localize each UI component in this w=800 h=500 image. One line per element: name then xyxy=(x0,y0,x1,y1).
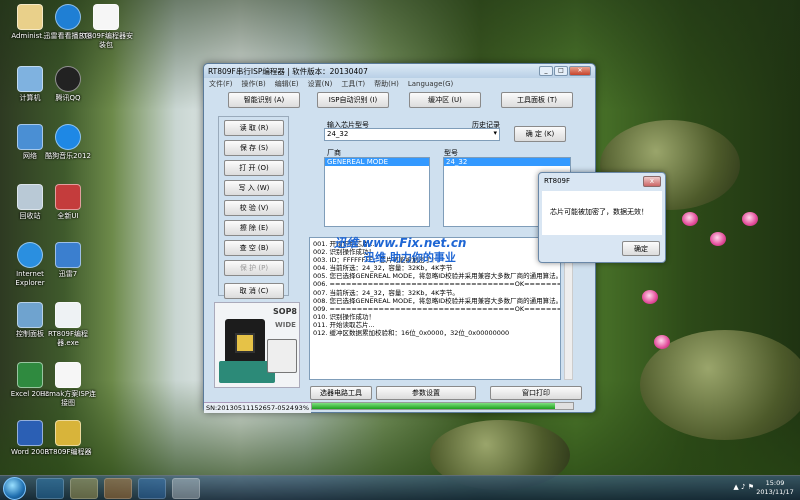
write-button[interactable]: 写 入 (W) xyxy=(224,180,284,196)
desktop-icon-xunlei7[interactable]: 迅雷7 xyxy=(40,242,96,279)
progress-percent: 93% xyxy=(294,404,309,412)
network-tray-icon[interactable]: ▲ xyxy=(733,483,738,491)
status-bar: SN:20130511152657-0524 93% xyxy=(204,402,311,413)
clock-date: 2013/11/17 xyxy=(756,488,794,496)
log-line: 012. 缓冲区数据累加校验和：16位_0x0000，32位_0x0000000… xyxy=(313,329,510,338)
desktop-icon-new-ui[interactable]: 全新UI xyxy=(40,184,96,221)
desktop-icon-rt809f-installer[interactable]: RT809F编程器安装包 xyxy=(78,4,134,50)
log-line: 008. 您已选择GENEREAL MODE，将忽略ID校验并采用兼容大多数厂商… xyxy=(313,296,561,305)
log-line: 010. 识别操作成功！ xyxy=(313,312,376,321)
wallpaper-flower xyxy=(642,290,658,304)
vendor-list[interactable]: GENEREAL MODE xyxy=(324,157,430,227)
window-titlebar[interactable]: RT809F串行ISP编程器 | 软件版本：20130407 _ □ ✕ xyxy=(204,64,595,78)
document-icon xyxy=(93,4,119,30)
menu-settings[interactable]: 设置(N) xyxy=(308,79,333,89)
window-print-button[interactable]: 窗口打印 xyxy=(490,386,582,400)
volume-tray-icon[interactable]: ♪ xyxy=(741,483,745,491)
pcb-outline xyxy=(267,339,297,373)
desktop-icon-hcmak[interactable]: Hcmak方案ISP连接图 xyxy=(40,362,96,408)
selector-circuit-tool-button[interactable]: 选器电路工具 xyxy=(310,386,372,400)
desktop-icon-kugou[interactable]: 酷狗音乐2012 xyxy=(40,124,96,161)
buffer-button[interactable]: 缓冲区 (U) xyxy=(409,92,481,108)
menu-operate[interactable]: 操作(B) xyxy=(242,79,266,89)
package-label: SOP8 xyxy=(273,307,297,316)
taskbar: ▲ ♪ ⚑ 15:09 2013/11/17 xyxy=(0,475,800,500)
verify-button[interactable]: 校 验 (V) xyxy=(224,200,284,216)
progress-fill xyxy=(312,403,555,409)
parameter-settings-button[interactable]: 参数设置 xyxy=(376,386,476,400)
read-button[interactable]: 读 取 (R) xyxy=(224,120,284,136)
serial-number: SN:20130511152657-0524 xyxy=(206,404,294,412)
cancel-button[interactable]: 取 消 (C) xyxy=(224,283,284,299)
programmer-icon xyxy=(55,420,81,446)
menu-tools[interactable]: 工具(T) xyxy=(341,79,365,89)
app-icon xyxy=(55,184,81,210)
menu-bar: 文件(F) 操作(B) 编辑(E) 设置(N) 工具(T) 帮助(H) Lang… xyxy=(204,78,595,89)
clock-time: 15:09 xyxy=(765,479,785,487)
taskbar-media-player-icon[interactable] xyxy=(104,478,132,499)
open-button[interactable]: 打 开 (O) xyxy=(224,160,284,176)
system-tray: ▲ ♪ ⚑ xyxy=(733,483,754,491)
chip-model-input[interactable]: 24_32 ▾ xyxy=(324,128,500,141)
package-label-2: WIDE xyxy=(275,321,296,329)
protect-button: 保 护 (P) xyxy=(224,260,284,276)
xunlei7-icon xyxy=(55,242,81,268)
bottom-toolbar: 选器电路工具 参数设置 窗口打印 xyxy=(310,386,582,400)
progress-bar xyxy=(311,402,574,410)
tool-panel-button[interactable]: 工具面板 (T) xyxy=(501,92,573,108)
menu-edit[interactable]: 编辑(E) xyxy=(275,79,299,89)
taskbar-rt809f-icon[interactable] xyxy=(172,478,200,499)
blank-check-button[interactable]: 查 空 (B) xyxy=(224,240,284,256)
taskbar-xunlei-icon[interactable] xyxy=(138,478,166,499)
window-title: RT809F串行ISP编程器 | 软件版本：20130407 xyxy=(208,66,368,76)
menu-file[interactable]: 文件(F) xyxy=(209,79,233,89)
socket-adapter-image xyxy=(225,319,265,367)
top-toolbar: 智能识别 (A) ISP自动识别 (I) 缓冲区 (U) 工具面板 (T) xyxy=(204,92,595,112)
dialog-ok-button[interactable]: 确定 xyxy=(622,241,660,256)
erase-button[interactable]: 擦 除 (E) xyxy=(224,220,284,236)
minimize-button[interactable]: _ xyxy=(539,66,553,76)
wallpaper-flower xyxy=(654,335,670,349)
wallpaper-flower xyxy=(742,212,758,226)
programmer-icon xyxy=(55,302,81,328)
desktop-icon-rt809f-exe[interactable]: RT809F编程器.exe xyxy=(40,302,96,348)
confirm-button[interactable]: 确 定 (K) xyxy=(514,126,566,142)
clock[interactable]: 15:09 2013/11/17 xyxy=(754,479,796,497)
watermark-slogan: 迅维 助力你的事业 xyxy=(364,251,456,264)
log-line: 005. 您已选择GENEREAL MODE，将忽略ID校验并采用兼容大多数厂商… xyxy=(313,272,561,281)
taskbar-explorer-icon[interactable] xyxy=(70,478,98,499)
wallpaper-flower xyxy=(682,212,698,226)
chevron-down-icon[interactable]: ▾ xyxy=(493,129,497,137)
log-line: 009. ==================================O… xyxy=(313,304,561,313)
menu-help[interactable]: 帮助(H) xyxy=(374,79,399,89)
message-dialog[interactable]: RT809F x 芯片可能被加密了，数据无效！ 确定 xyxy=(538,172,666,263)
qq-icon xyxy=(55,66,81,92)
log-line: 007. 当前所选：24_32，容量：32Kb，4K字节。 xyxy=(313,288,459,297)
desktop-icon-qq[interactable]: 腾讯QQ xyxy=(40,66,96,103)
socket-icon xyxy=(235,333,255,353)
dialog-message: 芯片可能被加密了，数据无效！ xyxy=(542,191,662,235)
log-line: 011. 开始读取芯片... xyxy=(313,320,375,329)
chip-socket-image: SOP8 WIDE xyxy=(214,302,300,388)
smart-identify-button[interactable]: 智能识别 (A) xyxy=(228,92,300,108)
vendor-list-item[interactable]: GENEREAL MODE xyxy=(325,158,429,166)
document-icon xyxy=(55,362,81,388)
close-button[interactable]: ✕ xyxy=(569,66,591,76)
menu-language[interactable]: Language(G) xyxy=(408,80,453,88)
save-button[interactable]: 保 存 (S) xyxy=(224,140,284,156)
dialog-close-button[interactable]: x xyxy=(643,176,661,187)
taskbar-ie-icon[interactable] xyxy=(36,478,64,499)
kugou-icon xyxy=(55,124,81,150)
model-list-item[interactable]: 24_32 xyxy=(444,158,570,166)
wallpaper-flower xyxy=(710,232,726,246)
isp-auto-identify-button[interactable]: ISP自动识别 (I) xyxy=(317,92,389,108)
log-line: 006. ==================================O… xyxy=(313,280,561,289)
start-button[interactable] xyxy=(3,477,26,500)
maximize-button[interactable]: □ xyxy=(554,66,568,76)
desktop-icon-rt809f[interactable]: RT809F编程器 xyxy=(40,420,96,457)
